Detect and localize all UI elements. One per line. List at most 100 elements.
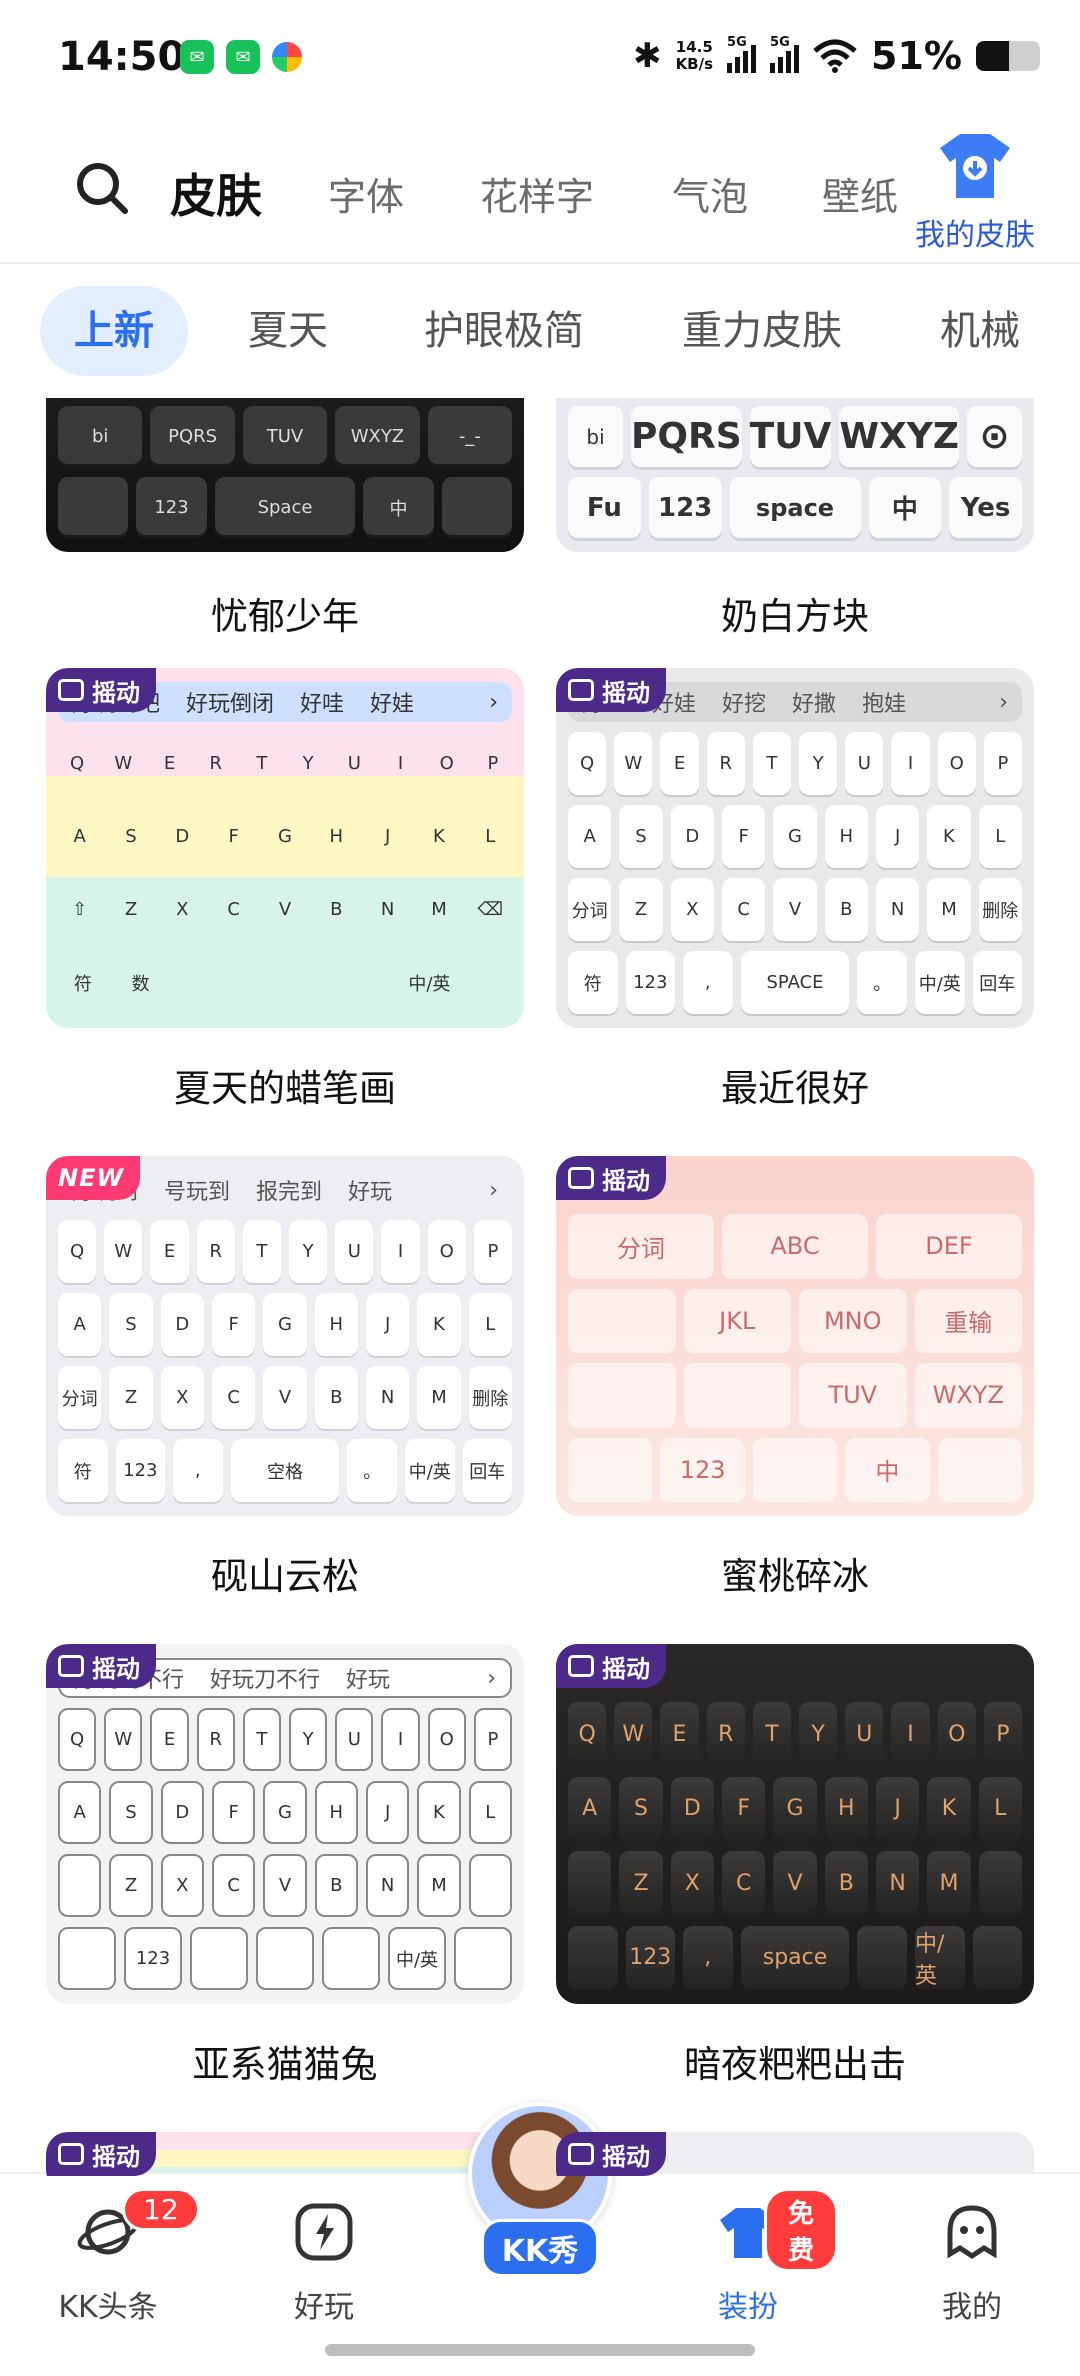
subtab-mechanical[interactable]: 机械: [940, 286, 1020, 376]
nav-kk-show[interactable]: KK秀: [468, 2102, 612, 2277]
nav-kk-headlines[interactable]: 12 KK头条: [18, 2174, 200, 2326]
skin-preview: 摇动 好玩到不行 好玩刀不行 好玩 › QWERTYUIOP ASDFGHJKL…: [46, 1644, 524, 2004]
chevron-right-icon: ›: [487, 1665, 496, 1691]
skin-card[interactable]: 摇动 QWERTYUIOP ASDFGHJKL ZXCVBNM 123, spac…: [556, 1644, 1034, 2104]
skin-title: 忧郁少年: [211, 595, 359, 638]
candidate: 好哇: [300, 692, 345, 717]
key: Y: [289, 1708, 328, 1771]
tab-bubble[interactable]: 气泡: [672, 166, 748, 221]
signal-label: 5G: [770, 35, 790, 50]
key: 中/英: [408, 973, 451, 995]
key: ⌫: [477, 899, 504, 920]
key: 删除: [978, 878, 1022, 941]
nav-fun[interactable]: 好玩: [234, 2174, 414, 2326]
nav-label: 装扮: [718, 2290, 778, 2325]
key: SPACE: [740, 951, 850, 1014]
key: N: [380, 899, 395, 920]
key: N: [875, 878, 920, 941]
key: [441, 477, 512, 538]
key: C: [721, 878, 766, 941]
header-divider: [0, 262, 1080, 264]
skin-card[interactable]: bi PQRS TUV WXYZ -_- 123 Space 中 忧郁少年: [46, 398, 524, 648]
key: N: [365, 1366, 410, 1429]
shake-icon: [568, 2143, 594, 2165]
key: G: [263, 1293, 307, 1356]
network-speed: 14.5 KB/s: [676, 39, 713, 73]
key: WXYZ: [335, 406, 420, 467]
key-row: ZXCVBNM: [58, 1854, 512, 1917]
skin-title: 亚系猫猫兔: [192, 2043, 378, 2086]
subtab-eye-care[interactable]: 护眼极简: [424, 286, 584, 376]
key: MNO: [799, 1288, 907, 1353]
nav-label: KK头条: [58, 2290, 158, 2325]
nav-mine[interactable]: 我的: [882, 2174, 1062, 2326]
key: T: [752, 732, 792, 795]
key: T: [242, 1708, 282, 1771]
skin-card[interactable]: 摇动 分词 ABC DEF JKL MNO 重输 TUV WXYZ 123 中 蜜桃碎冰: [556, 1156, 1034, 1616]
subtab-gravity[interactable]: 重力皮肤: [682, 286, 842, 376]
tab-wallpaper[interactable]: 壁纸: [822, 166, 898, 221]
key: R: [706, 1702, 745, 1767]
my-skin-button[interactable]: 我的皮肤: [910, 130, 1040, 254]
key: ,: [173, 1439, 223, 1502]
subtab-new[interactable]: 上新: [40, 286, 188, 376]
shake-badge: 摇动: [46, 2132, 156, 2176]
key: 符: [73, 973, 92, 995]
tab-fancy-text[interactable]: 花样字: [480, 166, 594, 221]
key: 。: [347, 1439, 397, 1502]
key-row: 符 123, SPACE。中/英 回车: [568, 951, 1023, 1014]
key: ⊙: [966, 406, 1022, 467]
skin-card[interactable]: 摇动 好玩到不行 好玩刀不行 好玩 › QWERTYUIOP ASDFGHJKL…: [46, 1644, 524, 2104]
skin-card[interactable]: NEW 好玩到 号玩到 报完到 好玩 › QWERTYUIOP ASDFGHJK…: [46, 1156, 524, 1616]
key: ,: [683, 951, 733, 1014]
key: 符: [568, 951, 618, 1014]
wechat-work-icon: ✉: [226, 40, 260, 74]
key-row: ASDFGHJKL: [568, 1776, 1022, 1841]
key: G: [773, 1776, 817, 1841]
key: A: [568, 1776, 612, 1841]
ghost-face-icon: [947, 2205, 997, 2260]
key: 123: [660, 1437, 745, 1502]
subtab-summer[interactable]: 夏天: [248, 286, 328, 376]
key: U: [845, 732, 884, 795]
candidate: 好撒: [792, 692, 837, 717]
key: Z: [109, 1366, 153, 1429]
subcategory-tabs: 上新 夏天 护眼极简 重力皮肤 机械: [0, 282, 1080, 382]
key: S: [619, 1776, 663, 1841]
new-badge: NEW: [46, 1156, 140, 1200]
tab-font[interactable]: 字体: [328, 166, 404, 221]
key: [58, 1854, 102, 1917]
key: TUV: [799, 1363, 907, 1428]
key: 123: [625, 951, 676, 1014]
key: C: [721, 1851, 766, 1916]
key: R: [209, 753, 222, 774]
shake-icon: [58, 1655, 84, 1677]
nav-dress-up[interactable]: 免费 装扮: [658, 2174, 838, 2326]
key: R: [196, 1220, 235, 1283]
chevron-right-icon: ›: [489, 689, 498, 715]
key: [568, 1851, 612, 1916]
key: [568, 1363, 676, 1428]
key-row: ASDFGHJKL: [58, 1781, 512, 1844]
candidate: 号玩到: [164, 1180, 231, 1205]
skin-card[interactable]: 摇动 好哇 好娃 好挖 好撒 抱娃 › QWERTYUIOP ASDFGHJKL…: [556, 668, 1034, 1128]
key: W: [614, 1702, 653, 1767]
key: Yes: [949, 477, 1023, 538]
key: X: [160, 1366, 204, 1429]
key: H: [824, 1776, 868, 1841]
shake-badge: 摇动: [556, 1644, 666, 1688]
key: F: [211, 1781, 256, 1844]
key-row: JKL MNO 重输: [568, 1288, 1022, 1353]
search-icon[interactable]: [74, 160, 130, 216]
key: WXYZ: [914, 1363, 1022, 1428]
home-indicator[interactable]: [325, 2344, 755, 2356]
skin-card[interactable]: bi PQRS TUV WXYZ ⊙ Fu 123 space 中 Yes 奶白…: [556, 398, 1034, 648]
key: P: [983, 1702, 1023, 1767]
chevron-right-icon: ›: [999, 689, 1008, 715]
key: N: [875, 1851, 920, 1916]
skin-card[interactable]: 摇动 好玩到吧 好玩倒闭 好哇 好娃 › QWERTYUIOP ASDFGHJK…: [46, 668, 524, 1128]
tab-skin[interactable]: 皮肤: [170, 160, 262, 226]
key: S: [619, 805, 663, 868]
key: B: [824, 1851, 868, 1916]
key: L: [485, 826, 496, 847]
